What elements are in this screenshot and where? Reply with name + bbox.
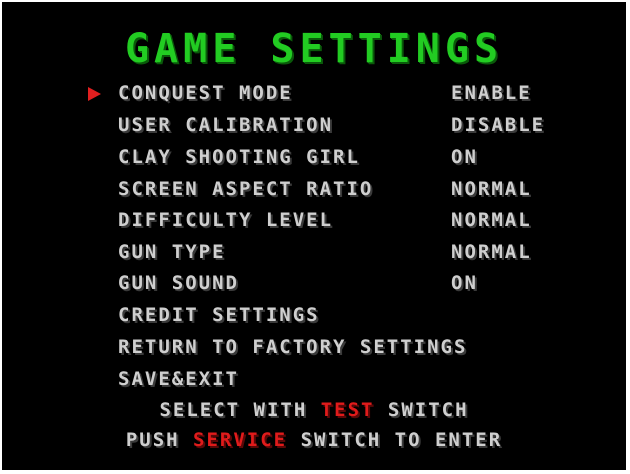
- menu-item-value: NORMAL: [451, 178, 532, 200]
- menu-item-return-to-factory-settings[interactable]: RETURN TO FACTORY SETTINGS: [2, 334, 626, 360]
- menu-item-screen-aspect-ratio[interactable]: SCREEN ASPECT RATIO NORMAL: [2, 176, 626, 202]
- menu-item-credit-settings[interactable]: CREDIT SETTINGS: [2, 302, 626, 328]
- instruction-text: SWITCH TO ENTER: [287, 429, 503, 451]
- menu-item-gun-type[interactable]: GUN TYPE NORMAL: [2, 239, 626, 265]
- menu-item-value: NORMAL: [451, 209, 532, 231]
- menu-item-label: GUN TYPE: [118, 241, 226, 263]
- menu-item-label: GUN SOUND: [118, 272, 239, 294]
- menu-item-label: DIFFICULTY LEVEL: [118, 209, 334, 231]
- instruction-text: SWITCH: [374, 399, 469, 421]
- menu-item-value: NORMAL: [451, 241, 532, 263]
- menu-item-gun-sound[interactable]: GUN SOUND ON: [2, 270, 626, 296]
- menu-item-value: DISABLE: [451, 114, 546, 136]
- menu-item-value: ENABLE: [451, 82, 532, 104]
- instruction-select: SELECT WITH TEST SWITCH: [2, 397, 626, 423]
- menu-item-clay-shooting-girl[interactable]: CLAY SHOOTING GIRL ON: [2, 144, 626, 170]
- menu-item-difficulty-level[interactable]: DIFFICULTY LEVEL NORMAL: [2, 207, 626, 233]
- test-switch-label: TEST: [320, 399, 375, 421]
- menu-item-label: CLAY SHOOTING GIRL: [118, 146, 360, 168]
- game-settings-screen: GAME SETTINGS CONQUEST MODE ENABLE USER …: [2, 2, 626, 470]
- instruction-text: SELECT WITH: [159, 399, 321, 421]
- menu-item-conquest-mode[interactable]: CONQUEST MODE ENABLE: [2, 80, 626, 106]
- menu-item-label: SAVE&EXIT: [118, 368, 239, 390]
- menu-item-label: CREDIT SETTINGS: [118, 304, 320, 326]
- menu-item-user-calibration[interactable]: USER CALIBRATION DISABLE: [2, 112, 626, 138]
- menu-item-value: ON: [451, 146, 478, 168]
- menu-item-label: USER CALIBRATION: [118, 114, 334, 136]
- menu-item-label: RETURN TO FACTORY SETTINGS: [118, 336, 468, 358]
- instruction-enter: PUSH SERVICE SWITCH TO ENTER: [2, 427, 626, 453]
- page-title: GAME SETTINGS: [124, 26, 504, 72]
- menu-item-save-and-exit[interactable]: SAVE&EXIT: [2, 366, 626, 392]
- instruction-text: PUSH: [125, 429, 194, 451]
- menu-item-value: ON: [451, 272, 478, 294]
- menu-item-label: SCREEN ASPECT RATIO: [118, 178, 374, 200]
- service-switch-label: SERVICE: [193, 429, 288, 451]
- menu-item-label: CONQUEST MODE: [118, 82, 293, 104]
